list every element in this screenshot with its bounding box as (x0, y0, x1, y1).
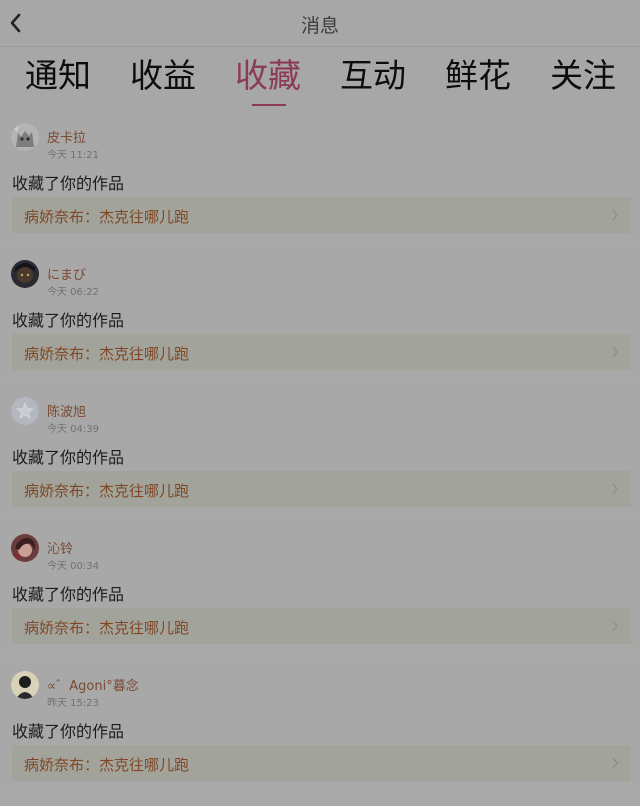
username[interactable]: 陈波旭 (47, 401, 86, 420)
chevron-right-icon (612, 346, 618, 358)
notification-card: 沁铃 今天 00:34 收藏了你的作品 病娇奈布：杰克往哪儿跑 (0, 522, 640, 651)
username[interactable]: 皮卡拉 (47, 127, 86, 146)
timestamp: 今天 06:22 (47, 287, 99, 298)
active-tab-indicator (252, 104, 286, 106)
tab-earnings[interactable]: 收益 (111, 56, 215, 96)
avatar[interactable] (11, 260, 39, 288)
work-link[interactable]: 病娇奈布：杰克往哪儿跑 (12, 334, 631, 370)
timestamp: 今天 11:21 (47, 150, 99, 161)
work-title: 病娇奈布：杰克往哪儿跑 (24, 619, 190, 637)
page-title: 消息 (300, 15, 339, 37)
default-avatar-star-icon (11, 397, 39, 425)
work-link[interactable]: 病娇奈布：杰克往哪儿跑 (12, 745, 631, 781)
avatar-dark-icon (11, 260, 39, 288)
username[interactable]: 沁铃 (47, 538, 73, 557)
username[interactable]: にまび (47, 264, 86, 283)
action-text: 收藏了你的作品 (12, 722, 125, 741)
avatar[interactable] (11, 534, 39, 562)
work-link[interactable]: 病娇奈布：杰克往哪儿跑 (12, 608, 631, 644)
chevron-right-icon (612, 620, 618, 632)
notification-card: 陈波旭 今天 04:39 收藏了你的作品 病娇奈布：杰克往哪儿跑 (0, 385, 640, 514)
tab-flowers[interactable]: 鲜花 (426, 56, 530, 96)
timestamp: 今天 04:39 (47, 424, 99, 435)
timestamp: 昨天 15:23 (47, 698, 99, 709)
tab-bar: 通知 收益 收藏 互动 鲜花 关注 (0, 47, 640, 111)
work-title: 病娇奈布：杰克往哪儿跑 (24, 208, 190, 226)
tab-interactions[interactable]: 互动 (321, 56, 425, 96)
action-text: 收藏了你的作品 (12, 311, 125, 330)
avatar-anime-icon (11, 534, 39, 562)
notification-card: にまび 今天 06:22 收藏了你的作品 病娇奈布：杰克往哪儿跑 (0, 248, 640, 377)
notification-card: ∝゛Agoni°暮念 昨天 15:23 收藏了你的作品 病娇奈布：杰克往哪儿跑 (0, 659, 640, 788)
tab-following[interactable]: 关注 (531, 56, 635, 96)
tab-notifications[interactable]: 通知 (6, 56, 110, 96)
avatar[interactable] (11, 671, 39, 699)
work-link[interactable]: 病娇奈布：杰克往哪儿跑 (12, 471, 631, 507)
avatar[interactable] (11, 123, 39, 151)
work-title: 病娇奈布：杰克往哪儿跑 (24, 345, 190, 363)
tab-favorites[interactable]: 收藏 (216, 56, 320, 96)
notification-card: 皮卡拉 今天 11:21 收藏了你的作品 病娇奈布：杰克往哪儿跑 (0, 111, 640, 240)
avatar[interactable] (11, 397, 39, 425)
avatar-figure-icon (11, 671, 39, 699)
chevron-right-icon (612, 757, 618, 769)
action-text: 收藏了你的作品 (12, 585, 125, 604)
work-title: 病娇奈布：杰克往哪儿跑 (24, 482, 190, 500)
top-bar: 消息 (0, 0, 640, 47)
action-text: 收藏了你的作品 (12, 448, 125, 467)
timestamp: 今天 00:34 (47, 561, 99, 572)
notification-list: 皮卡拉 今天 11:21 收藏了你的作品 病娇奈布：杰克往哪儿跑 にまび 今天 … (0, 111, 640, 796)
chevron-right-icon (612, 209, 618, 221)
action-text: 收藏了你的作品 (12, 174, 125, 193)
avatar-cat-icon (11, 123, 39, 151)
work-title: 病娇奈布：杰克往哪儿跑 (24, 756, 190, 774)
work-link[interactable]: 病娇奈布：杰克往哪儿跑 (12, 197, 631, 233)
username[interactable]: ∝゛Agoni°暮念 (47, 675, 139, 694)
chevron-right-icon (612, 483, 618, 495)
